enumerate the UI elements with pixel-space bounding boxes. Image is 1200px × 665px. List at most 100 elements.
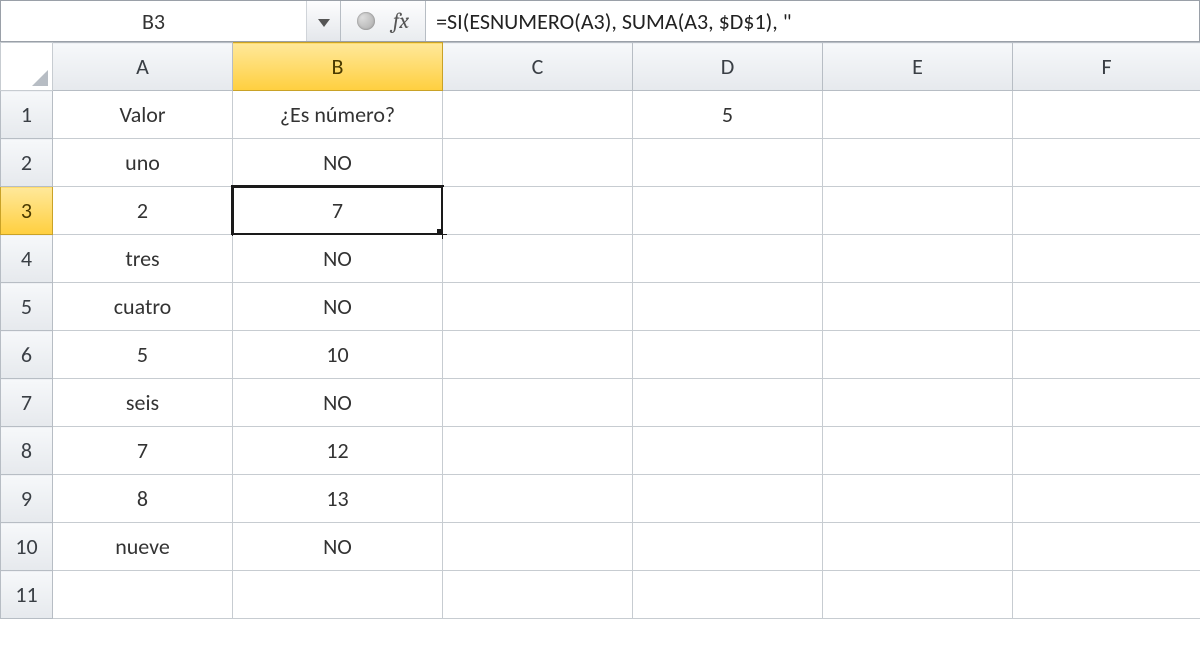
- cell-D4[interactable]: [633, 235, 823, 283]
- cell-D1[interactable]: 5: [633, 91, 823, 139]
- cell-F4[interactable]: [1013, 235, 1200, 283]
- cell-A1[interactable]: Valor: [53, 91, 233, 139]
- row-head-7[interactable]: 7: [1, 379, 53, 427]
- spreadsheet-grid: A B C D E F 1 Valor ¿Es número? 5 2 uno …: [0, 42, 1200, 619]
- formula-bar-buttons: fx: [341, 1, 426, 41]
- cell-B8[interactable]: 12: [233, 427, 443, 475]
- formula-bar: B3 fx =SI(ESNUMERO(A3), SUMA(A3, $D$1), …: [0, 0, 1200, 42]
- cell-C7[interactable]: [443, 379, 633, 427]
- row-7: 7 seis NO: [1, 379, 1200, 427]
- col-head-A[interactable]: A: [53, 43, 233, 91]
- cell-F9[interactable]: [1013, 475, 1200, 523]
- cancel-icon[interactable]: [357, 12, 375, 30]
- cell-D10[interactable]: [633, 523, 823, 571]
- cell-E9[interactable]: [823, 475, 1013, 523]
- cell-A2[interactable]: uno: [53, 139, 233, 187]
- cell-A8[interactable]: 7: [53, 427, 233, 475]
- cell-F5[interactable]: [1013, 283, 1200, 331]
- cell-A4[interactable]: tres: [53, 235, 233, 283]
- row-4: 4 tres NO: [1, 235, 1200, 283]
- cell-F8[interactable]: [1013, 427, 1200, 475]
- cell-F3[interactable]: [1013, 187, 1200, 235]
- name-box-container: B3: [1, 1, 341, 41]
- row-head-4[interactable]: 4: [1, 235, 53, 283]
- col-head-C[interactable]: C: [443, 43, 633, 91]
- cell-E11[interactable]: [823, 571, 1013, 619]
- cell-B3[interactable]: 7: [233, 187, 443, 235]
- cell-C11[interactable]: [443, 571, 633, 619]
- cell-E10[interactable]: [823, 523, 1013, 571]
- cell-C4[interactable]: [443, 235, 633, 283]
- row-3: 3 2 7: [1, 187, 1200, 235]
- cell-F1[interactable]: [1013, 91, 1200, 139]
- row-10: 10 nueve NO: [1, 523, 1200, 571]
- cell-B6[interactable]: 10: [233, 331, 443, 379]
- col-head-E[interactable]: E: [823, 43, 1013, 91]
- cell-E1[interactable]: [823, 91, 1013, 139]
- cell-B10[interactable]: NO: [233, 523, 443, 571]
- cell-C2[interactable]: [443, 139, 633, 187]
- cell-B1[interactable]: ¿Es número?: [233, 91, 443, 139]
- cell-A6[interactable]: 5: [53, 331, 233, 379]
- fx-icon[interactable]: fx: [393, 8, 409, 34]
- cell-E6[interactable]: [823, 331, 1013, 379]
- cell-D5[interactable]: [633, 283, 823, 331]
- cell-D11[interactable]: [633, 571, 823, 619]
- cell-A11[interactable]: [53, 571, 233, 619]
- row-head-3[interactable]: 3: [1, 187, 53, 235]
- cell-D7[interactable]: [633, 379, 823, 427]
- cell-C6[interactable]: [443, 331, 633, 379]
- cell-B4[interactable]: NO: [233, 235, 443, 283]
- row-head-8[interactable]: 8: [1, 427, 53, 475]
- col-head-D[interactable]: D: [633, 43, 823, 91]
- row-head-1[interactable]: 1: [1, 91, 53, 139]
- col-head-B[interactable]: B: [233, 43, 443, 91]
- cell-C10[interactable]: [443, 523, 633, 571]
- cell-F11[interactable]: [1013, 571, 1200, 619]
- row-8: 8 7 12: [1, 427, 1200, 475]
- row-head-11[interactable]: 11: [1, 571, 53, 619]
- cell-E8[interactable]: [823, 427, 1013, 475]
- cell-A3[interactable]: 2: [53, 187, 233, 235]
- name-box-dropdown[interactable]: [306, 1, 340, 41]
- cell-C8[interactable]: [443, 427, 633, 475]
- row-head-9[interactable]: 9: [1, 475, 53, 523]
- cell-F2[interactable]: [1013, 139, 1200, 187]
- formula-input[interactable]: =SI(ESNUMERO(A3), SUMA(A3, $D$1), ": [426, 1, 1199, 41]
- cell-C1[interactable]: [443, 91, 633, 139]
- col-head-F[interactable]: F: [1013, 43, 1200, 91]
- row-9: 9 8 13: [1, 475, 1200, 523]
- row-head-10[interactable]: 10: [1, 523, 53, 571]
- cell-C3[interactable]: [443, 187, 633, 235]
- cell-B5[interactable]: NO: [233, 283, 443, 331]
- select-all-corner[interactable]: [1, 43, 53, 91]
- cell-E5[interactable]: [823, 283, 1013, 331]
- row-head-5[interactable]: 5: [1, 283, 53, 331]
- cell-E2[interactable]: [823, 139, 1013, 187]
- cell-A9[interactable]: 8: [53, 475, 233, 523]
- cell-C9[interactable]: [443, 475, 633, 523]
- row-head-6[interactable]: 6: [1, 331, 53, 379]
- row-1: 1 Valor ¿Es número? 5: [1, 91, 1200, 139]
- cell-D3[interactable]: [633, 187, 823, 235]
- name-box[interactable]: B3: [1, 1, 306, 41]
- cell-A7[interactable]: seis: [53, 379, 233, 427]
- cell-E3[interactable]: [823, 187, 1013, 235]
- cell-D8[interactable]: [633, 427, 823, 475]
- row-head-2[interactable]: 2: [1, 139, 53, 187]
- cell-E4[interactable]: [823, 235, 1013, 283]
- cell-A10[interactable]: nueve: [53, 523, 233, 571]
- cell-C5[interactable]: [443, 283, 633, 331]
- cell-D2[interactable]: [633, 139, 823, 187]
- cell-D6[interactable]: [633, 331, 823, 379]
- cell-B9[interactable]: 13: [233, 475, 443, 523]
- cell-D9[interactable]: [633, 475, 823, 523]
- cell-E7[interactable]: [823, 379, 1013, 427]
- cell-B11[interactable]: [233, 571, 443, 619]
- cell-F6[interactable]: [1013, 331, 1200, 379]
- cell-B7[interactable]: NO: [233, 379, 443, 427]
- cell-B2[interactable]: NO: [233, 139, 443, 187]
- cell-F10[interactable]: [1013, 523, 1200, 571]
- cell-F7[interactable]: [1013, 379, 1200, 427]
- cell-A5[interactable]: cuatro: [53, 283, 233, 331]
